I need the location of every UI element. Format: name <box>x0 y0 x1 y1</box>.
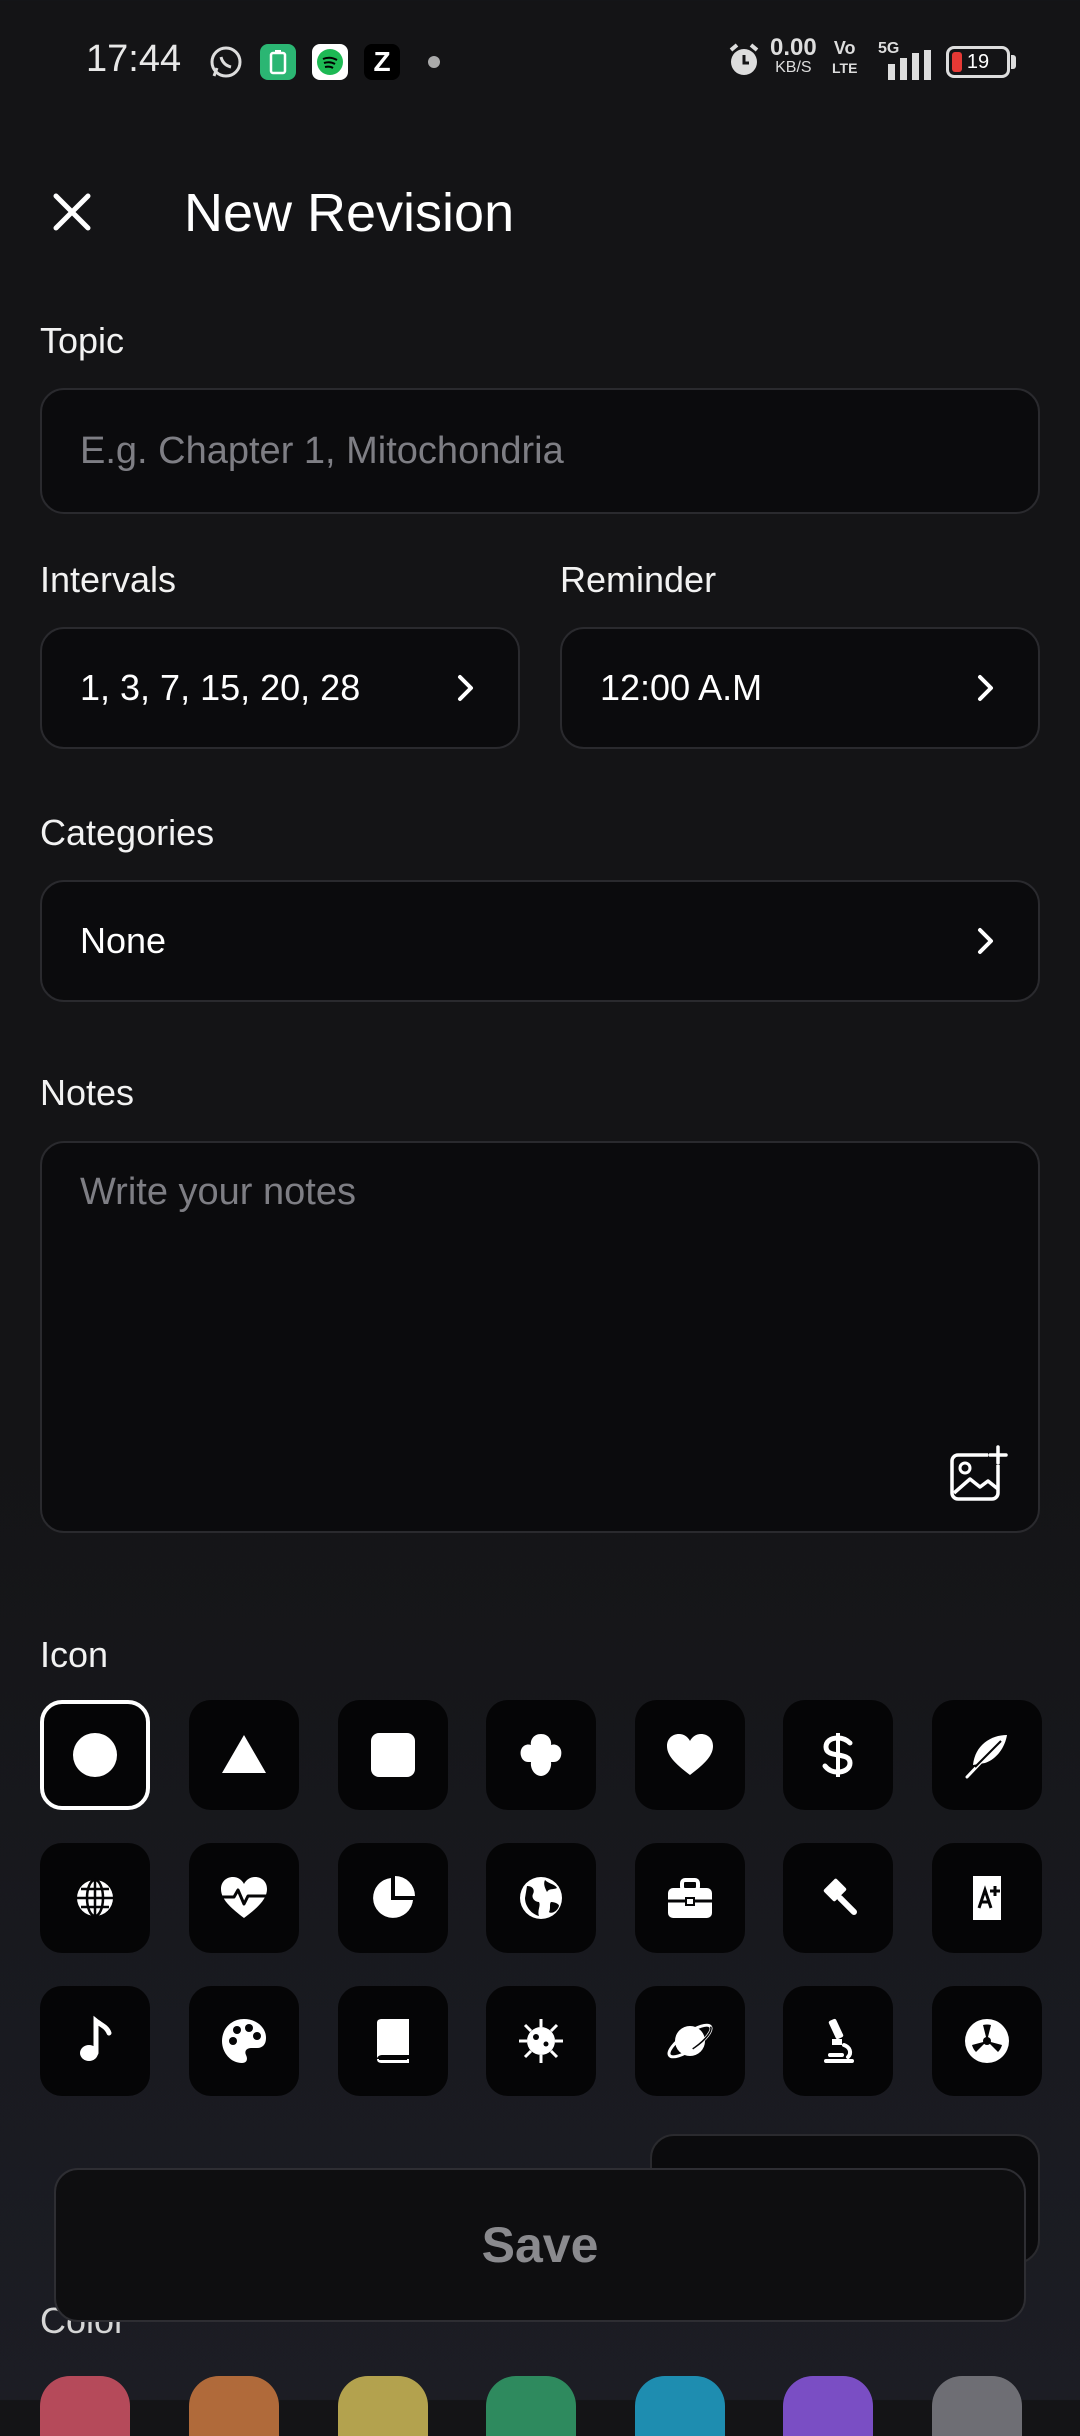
earth-icon <box>520 1877 562 1919</box>
heart-icon <box>667 1734 713 1775</box>
pie-chart-icon <box>373 1876 415 1918</box>
add-image-icon[interactable] <box>948 1445 1008 1505</box>
notes-label: Notes <box>40 1072 135 1113</box>
notes-placeholder: Write your notes <box>80 1171 356 1213</box>
close-icon <box>53 193 91 231</box>
alarm-icon <box>726 42 762 83</box>
icon-option-briefcase[interactable] <box>635 1843 745 1953</box>
notes-textarea[interactable]: Write your notes <box>40 1141 1040 1533</box>
color-swatch[interactable] <box>932 2376 1022 2436</box>
battery-indicator: 19 <box>946 46 1010 78</box>
chevron-right-icon <box>458 675 473 701</box>
virus-icon <box>519 2019 563 2063</box>
feather-icon <box>965 1735 1007 1779</box>
icon-option-earth[interactable] <box>486 1843 596 1953</box>
topic-input[interactable]: E.g. Chapter 1, Mitochondria <box>40 388 1040 514</box>
volte-indicator: Vo LTE <box>832 38 858 76</box>
icon-option-dollar[interactable] <box>783 1700 893 1810</box>
heartbeat-icon <box>221 1877 267 1918</box>
icon-option-triangle[interactable] <box>189 1700 299 1810</box>
battery-saver-app-icon <box>260 44 296 80</box>
save-button[interactable]: Save <box>54 2168 1026 2322</box>
globe-icon <box>77 1878 113 1918</box>
icon-label: Icon <box>40 1634 109 1675</box>
reminder-value: 12:00 A.M <box>600 667 763 708</box>
radiation-icon <box>965 2019 1009 2063</box>
intervals-label: Intervals <box>40 559 177 600</box>
icon-option-palette[interactable] <box>189 1986 299 2096</box>
icon-option-feather[interactable] <box>932 1700 1042 1810</box>
triangle-icon <box>222 1735 266 1773</box>
topic-placeholder: E.g. Chapter 1, Mitochondria <box>80 429 564 472</box>
planet-icon <box>667 2023 713 2059</box>
categories-value: None <box>80 920 167 961</box>
icon-option-square[interactable] <box>338 1700 448 1810</box>
microscope-icon <box>824 2018 854 2063</box>
notification-dot <box>428 56 440 68</box>
dollar-icon <box>822 1733 853 1777</box>
icon-option-globe[interactable] <box>40 1843 150 1953</box>
color-swatch[interactable] <box>338 2376 428 2436</box>
icon-option-circle[interactable] <box>40 1700 150 1810</box>
icon-option-planet[interactable] <box>635 1986 745 2096</box>
icon-option-microscope[interactable] <box>783 1986 893 2096</box>
flower-icon <box>520 1734 562 1776</box>
icon-option-radiation[interactable] <box>932 1986 1042 2096</box>
categories-label: Categories <box>40 812 215 853</box>
color-swatch[interactable] <box>40 2376 130 2436</box>
color-swatch[interactable] <box>783 2376 873 2436</box>
icon-option-gavel[interactable] <box>783 1843 893 1953</box>
categories-selector[interactable]: None <box>40 880 1040 1002</box>
intervals-selector[interactable]: 1, 3, 7, 15, 20, 28 <box>40 627 520 749</box>
briefcase-icon <box>668 1878 712 1918</box>
spotify-icon <box>312 44 348 80</box>
zomato-icon: Z <box>364 44 400 80</box>
battery-nub <box>1011 55 1016 69</box>
circle-icon <box>73 1733 117 1777</box>
reminder-label: Reminder <box>560 559 717 600</box>
book-icon <box>377 2019 409 2063</box>
music-note-icon <box>80 2015 112 2061</box>
status-time: 17:44 <box>86 38 182 80</box>
icon-option-music-note[interactable] <box>40 1986 150 2096</box>
whatsapp-icon <box>208 44 244 80</box>
palette-icon <box>222 2019 266 2063</box>
icon-option-virus[interactable] <box>486 1986 596 2096</box>
close-button[interactable] <box>38 178 106 246</box>
icon-option-book[interactable] <box>338 1986 448 2096</box>
topic-label: Topic <box>40 320 125 361</box>
icon-option-heart[interactable] <box>635 1700 745 1810</box>
icon-option-pie-chart[interactable] <box>338 1843 448 1953</box>
signal-icon <box>880 50 932 85</box>
color-swatch[interactable] <box>635 2376 725 2436</box>
translate-icon <box>973 1876 1001 1920</box>
reminder-selector[interactable]: 12:00 A.M <box>560 627 1040 749</box>
net-speed: 0.00 KB/S <box>770 34 817 77</box>
icon-option-translate[interactable] <box>932 1843 1042 1953</box>
chevron-right-icon <box>978 675 993 701</box>
icon-option-flower[interactable] <box>486 1700 596 1810</box>
gavel-icon <box>823 1878 857 1915</box>
icon-option-heartbeat[interactable] <box>189 1843 299 1953</box>
page-title: New Revision <box>184 183 515 243</box>
intervals-value: 1, 3, 7, 15, 20, 28 <box>80 667 361 708</box>
color-swatch[interactable] <box>486 2376 576 2436</box>
square-icon <box>371 1733 415 1777</box>
chevron-right-icon <box>978 928 993 954</box>
color-swatch[interactable] <box>189 2376 279 2436</box>
